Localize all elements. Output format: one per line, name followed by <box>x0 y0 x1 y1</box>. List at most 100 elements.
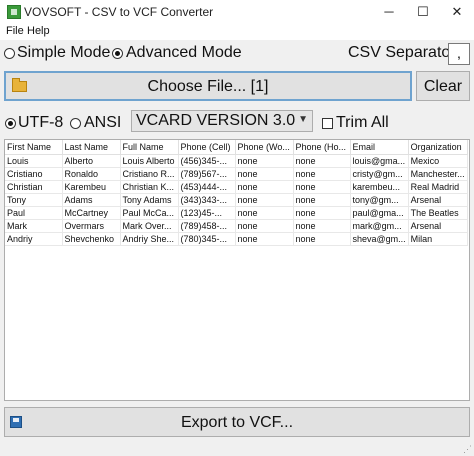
column-header[interactable]: Phone (Cell) <box>178 140 236 155</box>
trim-all-checkbox[interactable] <box>322 118 333 129</box>
table-cell: paul@gma... <box>350 206 409 220</box>
table-cell: Louis Alberto <box>120 154 179 168</box>
table-cell: none <box>293 232 351 246</box>
table-cell: none <box>235 232 294 246</box>
choose-file-button[interactable]: Choose File... [1] <box>4 71 412 101</box>
table-cell: (780)345-... <box>178 232 236 246</box>
menu-bar: File Help <box>0 24 474 40</box>
title-bar[interactable]: VOVSOFT - CSV to VCF Converter ─ ☐ ✕ <box>0 0 474 24</box>
table-cell: (456)345-... <box>178 154 236 168</box>
table-cell: none <box>293 180 351 194</box>
close-button[interactable]: ✕ <box>440 0 474 24</box>
table-cell: tony@gm... <box>350 193 409 207</box>
table-cell: Andriy She... <box>120 232 179 246</box>
table-cell: none <box>235 219 294 233</box>
table-cell: Christian K... <box>120 180 179 194</box>
maximize-button[interactable]: ☐ <box>406 0 440 24</box>
table-cell: Christian <box>5 180 63 194</box>
csv-separator-input[interactable]: , <box>448 43 470 65</box>
table-cell: (453)444-... <box>178 180 236 194</box>
minimize-button[interactable]: ─ <box>372 0 406 24</box>
table-cell: (343)343-... <box>178 193 236 207</box>
ansi-label[interactable]: ANSI <box>84 114 121 132</box>
export-vcf-button[interactable]: Export to VCF... <box>4 407 470 437</box>
table-cell: Cristiano <box>5 167 63 181</box>
simple-mode-label[interactable]: Simple Mode <box>17 44 110 62</box>
menu-file[interactable]: File <box>6 25 24 37</box>
table-row[interactable]: Tony Adams Tony Adams (343)343-... none … <box>5 193 468 207</box>
table-cell: Arsenal <box>408 193 468 207</box>
ansi-radio[interactable] <box>70 118 81 129</box>
table-row[interactable]: Paul McCartney Paul McCa... (123)45-... … <box>5 206 468 220</box>
table-row[interactable]: Andriy Shevchenko Andriy She... (780)345… <box>5 232 468 246</box>
table-row[interactable]: Cristiano Ronaldo Cristiano R... (789)56… <box>5 167 468 181</box>
table-cell: karembeu... <box>350 180 409 194</box>
column-header[interactable]: First Name <box>5 140 63 155</box>
table-cell: cristy@gm... <box>350 167 409 181</box>
table-cell: Mark <box>5 219 63 233</box>
column-header[interactable]: Email <box>350 140 409 155</box>
table-cell: (123)45-... <box>178 206 236 220</box>
column-header[interactable]: Full Name <box>120 140 179 155</box>
table-cell: Louis <box>5 154 63 168</box>
data-grid[interactable]: First Name Last Name Full Name Phone (Ce… <box>4 139 470 401</box>
vcard-version-select[interactable]: VCARD VERSION 3.0 ▼ <box>131 110 313 132</box>
column-header[interactable]: Phone (Ho... <box>293 140 351 155</box>
table-cell: none <box>293 154 351 168</box>
table-cell: Manchester... <box>408 167 468 181</box>
table-cell: Alberto <box>62 154 121 168</box>
chevron-down-icon: ▼ <box>298 114 308 125</box>
table-cell: Tony Adams <box>120 193 179 207</box>
table-cell: Karembeu <box>62 180 121 194</box>
menu-help[interactable]: Help <box>27 25 50 37</box>
table-cell: Real Madrid <box>408 180 468 194</box>
table-cell: Milan <box>408 232 468 246</box>
advanced-mode-label[interactable]: Advanced Mode <box>126 44 242 62</box>
table-cell: Adams <box>62 193 121 207</box>
table-cell: Paul <box>5 206 63 220</box>
column-header[interactable]: Organization <box>408 140 468 155</box>
contacts-table: First Name Last Name Full Name Phone (Ce… <box>5 140 468 246</box>
table-cell: sheva@gm... <box>350 232 409 246</box>
vcard-version-value: VCARD VERSION 3.0 <box>136 112 296 129</box>
table-row[interactable]: Christian Karembeu Christian K... (453)4… <box>5 180 468 194</box>
window-title: VOVSOFT - CSV to VCF Converter <box>24 5 214 19</box>
status-bar: ⋰ <box>0 443 474 456</box>
column-header[interactable]: Phone (Wo... <box>235 140 294 155</box>
trim-all-label[interactable]: Trim All <box>336 114 389 132</box>
table-cell: none <box>293 219 351 233</box>
table-cell: The Beatles <box>408 206 468 220</box>
table-header-row: First Name Last Name Full Name Phone (Ce… <box>5 140 468 155</box>
simple-mode-radio[interactable] <box>4 48 15 59</box>
app-icon <box>7 5 21 19</box>
column-header[interactable]: Last Name <box>62 140 121 155</box>
table-cell: none <box>293 193 351 207</box>
utf8-radio[interactable] <box>5 118 16 129</box>
table-cell: (789)458-... <box>178 219 236 233</box>
table-cell: Mark Over... <box>120 219 179 233</box>
table-cell: none <box>293 167 351 181</box>
table-cell: mark@gm... <box>350 219 409 233</box>
table-row[interactable]: Mark Overmars Mark Over... (789)458-... … <box>5 219 468 233</box>
table-row[interactable]: Louis Alberto Louis Alberto (456)345-...… <box>5 154 468 168</box>
advanced-mode-radio[interactable] <box>112 48 123 59</box>
table-cell: none <box>293 206 351 220</box>
table-cell: none <box>235 154 294 168</box>
table-cell: (789)567-... <box>178 167 236 181</box>
clear-button[interactable]: Clear <box>416 71 470 101</box>
resize-grip-icon[interactable]: ⋰ <box>463 444 472 455</box>
table-cell: Mexico <box>408 154 468 168</box>
table-cell: Andriy <box>5 232 63 246</box>
csv-separator-label: CSV Separator: <box>348 44 461 61</box>
table-cell: none <box>235 167 294 181</box>
utf8-label[interactable]: UTF-8 <box>18 114 63 132</box>
table-cell: Cristiano R... <box>120 167 179 181</box>
table-cell: Overmars <box>62 219 121 233</box>
table-cell: Ronaldo <box>62 167 121 181</box>
table-cell: Paul McCa... <box>120 206 179 220</box>
choose-file-label: Choose File... [1] <box>147 78 269 95</box>
table-cell: none <box>235 193 294 207</box>
export-vcf-label: Export to VCF... <box>180 414 294 431</box>
clear-label: Clear <box>423 78 463 95</box>
table-cell: Tony <box>5 193 63 207</box>
